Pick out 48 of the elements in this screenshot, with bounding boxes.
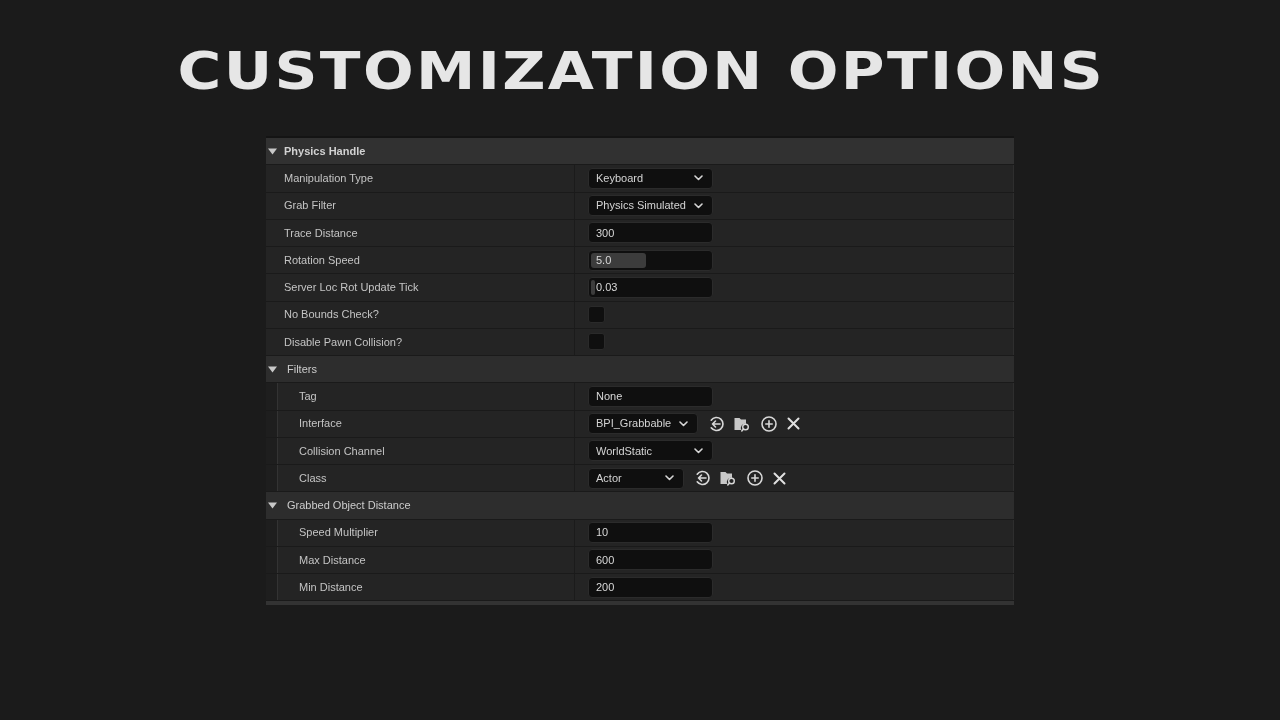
property-label: No Bounds Check?	[284, 307, 379, 323]
property-label: Interface	[299, 416, 342, 432]
dropdown[interactable]: Keyboard	[588, 167, 713, 189]
arrow-circle-icon[interactable]	[708, 415, 725, 432]
checkbox[interactable]	[588, 333, 605, 351]
property-label: Tag	[299, 389, 317, 405]
slider-field[interactable]: 0.03	[588, 276, 713, 298]
folder-magnifier-icon[interactable]	[734, 415, 752, 432]
caret-icon[interactable]	[268, 501, 277, 509]
input-field[interactable]: 600	[588, 549, 713, 571]
caret-icon[interactable]	[268, 147, 277, 155]
section-title: Filters	[287, 361, 317, 377]
property-label: Server Loc Rot Update Tick	[284, 280, 419, 296]
input-field[interactable]: None	[588, 385, 713, 407]
asset-dropdown[interactable]: Actor	[588, 467, 684, 489]
close-icon[interactable]	[773, 471, 786, 485]
section-title: Grabbed Object Distance	[287, 498, 411, 514]
slider-field[interactable]: 5.0	[588, 249, 713, 271]
section-title: Physics Handle	[284, 143, 366, 159]
property-label: Collision Channel	[299, 443, 385, 459]
property-label: Disable Pawn Collision?	[284, 334, 402, 350]
plus-circle-icon[interactable]	[747, 470, 763, 487]
folder-magnifier-icon[interactable]	[720, 470, 737, 487]
property-label: Rotation Speed	[284, 252, 360, 268]
property-label: Max Distance	[299, 552, 366, 568]
chevron-down-icon	[694, 175, 703, 182]
property-label: Manipulation Type	[284, 171, 374, 187]
input-field[interactable]: 200	[588, 576, 713, 598]
close-icon[interactable]	[787, 417, 801, 431]
chevron-down-icon	[665, 475, 674, 482]
checkbox[interactable]	[588, 306, 605, 324]
asset-dropdown[interactable]: BPI_Grabbable	[588, 413, 699, 435]
property-label: Grab Filter	[284, 198, 336, 214]
dropdown[interactable]: Physics Simulated	[588, 195, 713, 217]
chevron-down-icon	[679, 420, 689, 427]
chevron-down-icon	[694, 447, 703, 454]
property-label: Trace Distance	[284, 225, 358, 241]
input-field[interactable]: 10	[588, 522, 713, 544]
chevron-down-icon	[694, 202, 703, 209]
arrow-circle-icon[interactable]	[694, 470, 710, 487]
dropdown[interactable]: WorldStatic	[588, 440, 713, 462]
plus-circle-icon[interactable]	[761, 415, 778, 432]
property-label: Min Distance	[299, 579, 363, 595]
caret-icon[interactable]	[268, 365, 277, 373]
input-field[interactable]: 300	[588, 222, 713, 244]
property-label: Class	[299, 470, 327, 486]
page-title: CUSTOMIZATION OPTIONS	[177, 46, 1105, 97]
property-label: Speed Multiplier	[299, 525, 378, 541]
